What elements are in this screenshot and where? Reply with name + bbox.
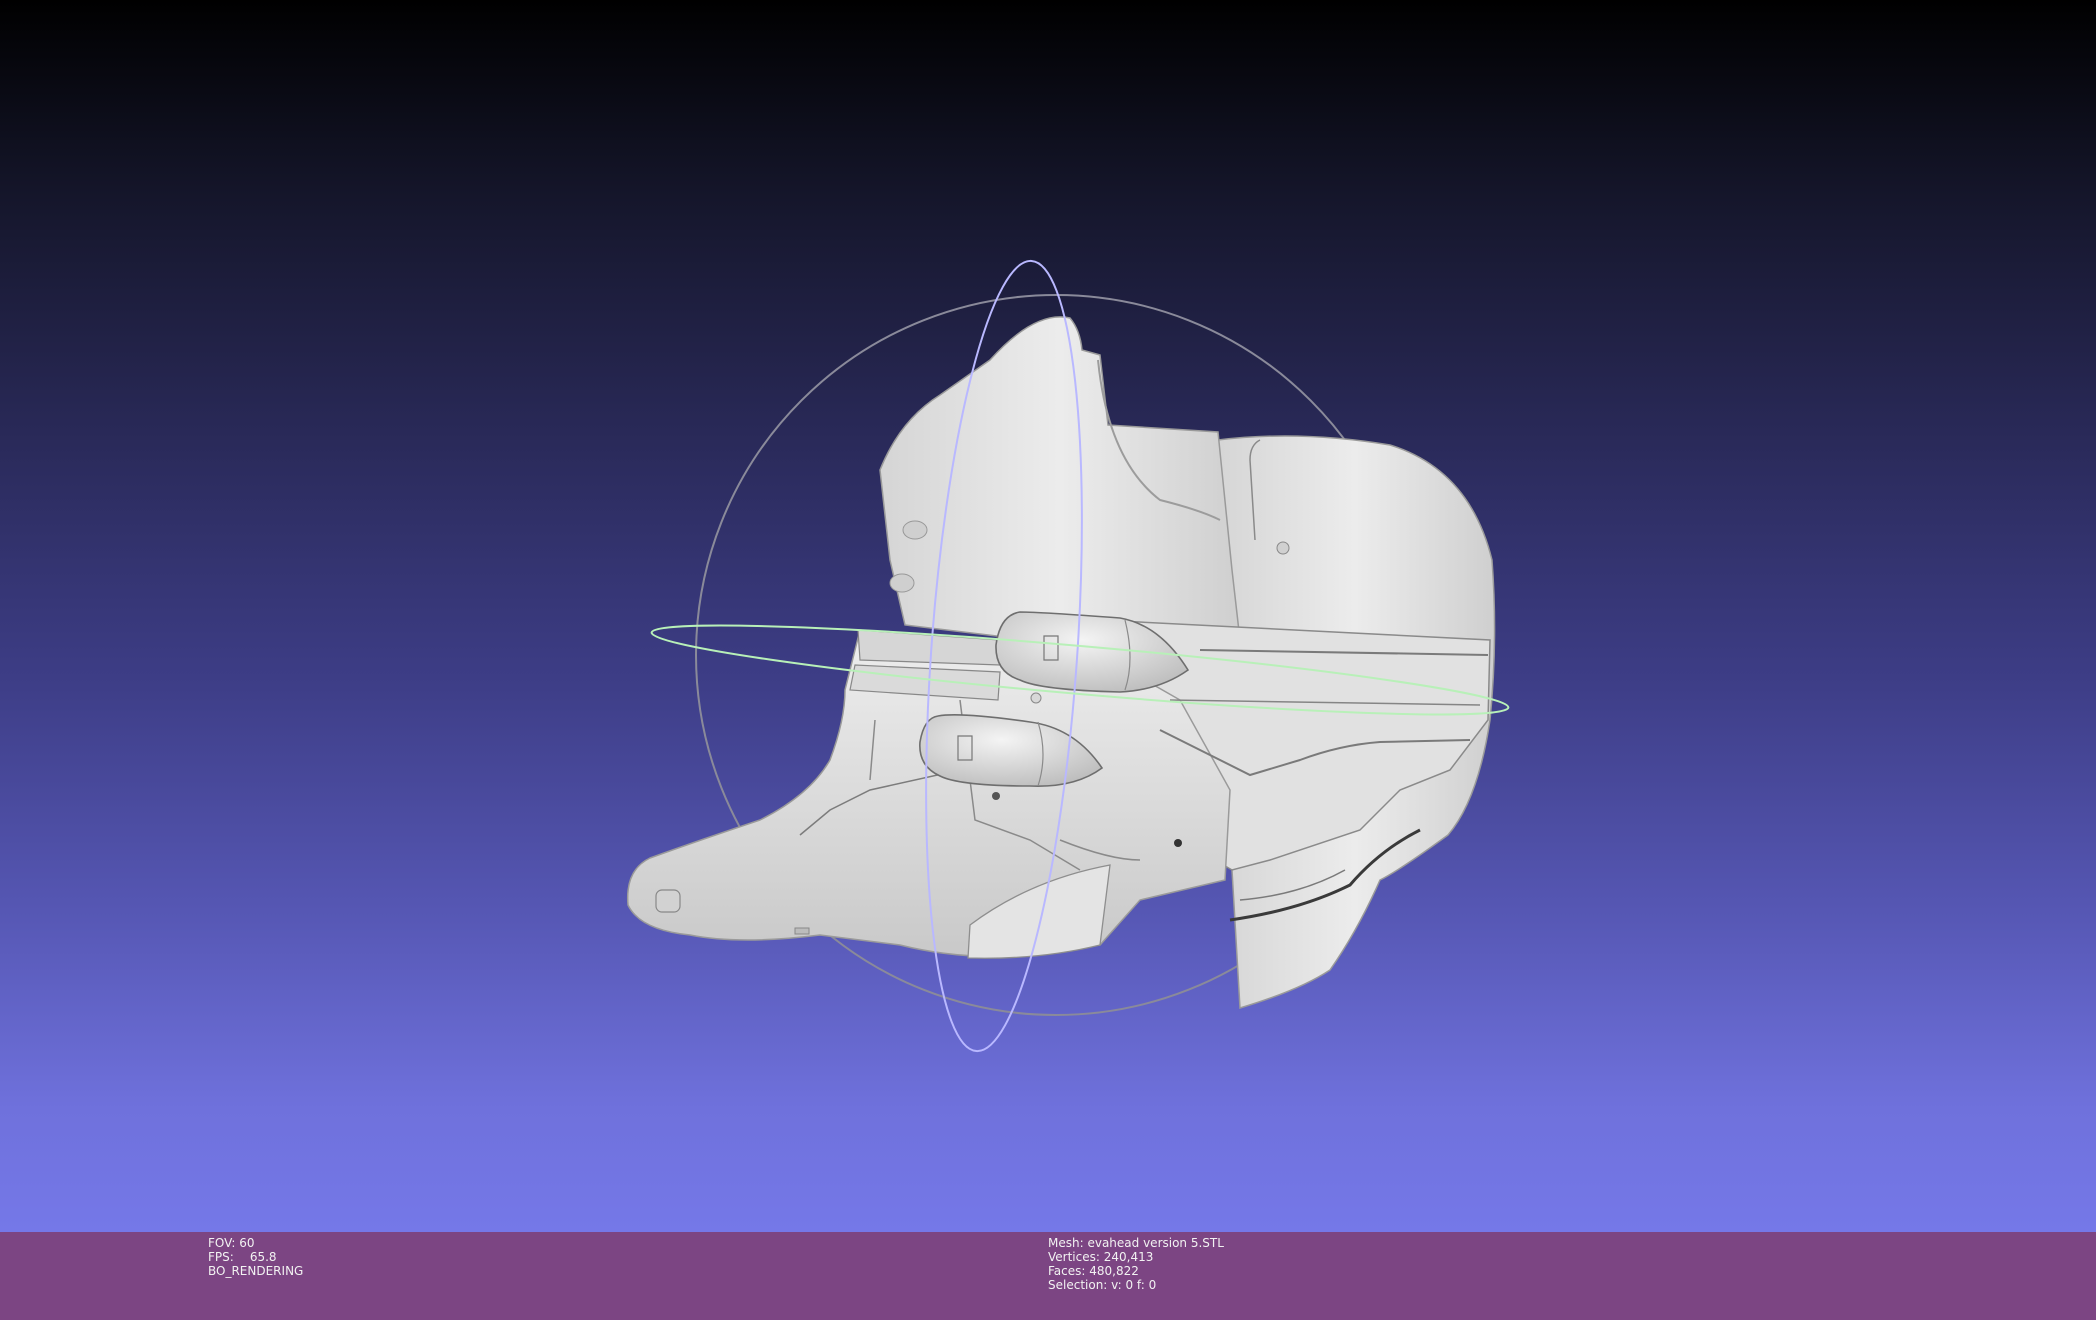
fps-value: 65.8 <box>249 1250 277 1264</box>
helmet-rivet <box>1276 541 1290 555</box>
helmet-bolt <box>889 573 915 593</box>
selection-value: v: 0 f: 0 <box>1111 1278 1157 1292</box>
fov-line: FOV: 60 <box>208 1236 303 1250</box>
selection-line: Selection: v: 0 f: 0 <box>1048 1278 1224 1292</box>
faces-count: 480,822 <box>1089 1264 1139 1278</box>
mesh-label: Mesh: <box>1048 1236 1084 1250</box>
helmet-vent <box>794 927 810 935</box>
mesh-info: Mesh: evahead version 5.STL Vertices: 24… <box>1048 1236 1224 1292</box>
fps-line: FPS: 65.8 <box>208 1250 303 1264</box>
helmet-rivet <box>1030 692 1042 704</box>
3d-viewport[interactable] <box>0 0 2096 1232</box>
status-info-bar: FOV: 60 FPS: 65.8 BO_RENDERING Mesh: evah… <box>0 1232 2096 1320</box>
vertices-line: Vertices: 240,413 <box>1048 1250 1224 1264</box>
fov-label: FOV: <box>208 1236 236 1250</box>
vertices-count: 240,413 <box>1103 1250 1154 1264</box>
helmet-nozzle <box>655 889 681 913</box>
fov-value: 60 <box>239 1236 255 1250</box>
helmet-bolt <box>902 520 928 540</box>
helmet-rivet <box>992 792 1000 800</box>
meshlab-window: FOV: 60 FPS: 65.8 BO_RENDERING Mesh: evah… <box>0 0 2096 1320</box>
vertices-label: Vertices: <box>1048 1250 1100 1264</box>
render-mode: BO_RENDERING <box>208 1264 304 1278</box>
faces-line: Faces: 480,822 <box>1048 1264 1224 1278</box>
mesh-line: Mesh: evahead version 5.STL <box>1048 1236 1224 1250</box>
mesh-name: evahead version 5.STL <box>1087 1236 1224 1250</box>
render-info: FOV: 60 FPS: 65.8 BO_RENDERING <box>208 1236 303 1278</box>
mesh-model <box>626 316 1496 1009</box>
helmet-neck-band <box>857 629 1001 666</box>
faces-label: Faces: <box>1048 1264 1086 1278</box>
fps-label: FPS: <box>208 1250 234 1264</box>
scene-canvas[interactable] <box>0 0 2096 1232</box>
helmet-rivet <box>1174 839 1182 847</box>
helmet-crest <box>879 316 1241 651</box>
selection-label: Selection: <box>1048 1278 1108 1292</box>
